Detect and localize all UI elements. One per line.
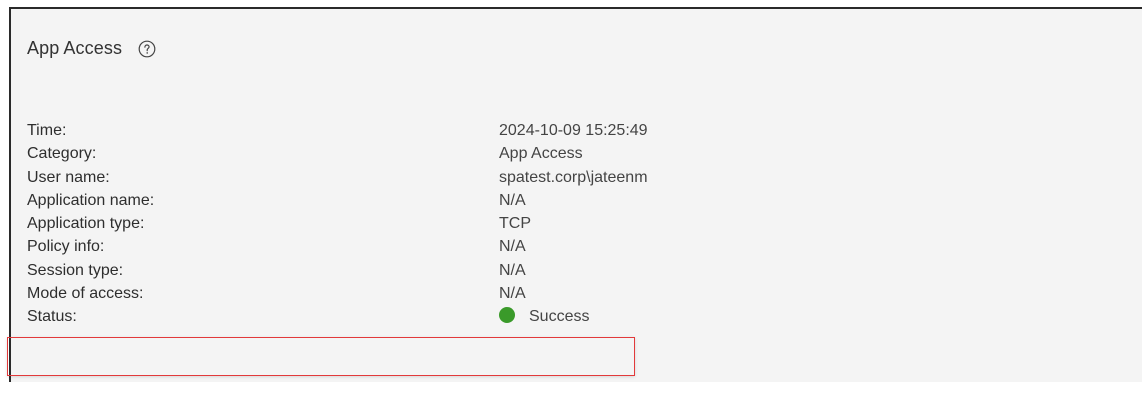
detail-row-status: Status: Success: [27, 305, 1027, 328]
detail-row-application-name: Application name: N/A: [27, 189, 1027, 212]
detail-value: App Access: [499, 145, 583, 163]
detail-row-time: Time: 2024-10-09 15:25:49: [27, 119, 1027, 142]
detail-value: N/A: [499, 285, 526, 303]
detail-value: TCP: [499, 215, 531, 233]
panel-title: App Access: [27, 38, 123, 58]
detail-label: Session type:: [27, 261, 124, 279]
detail-label: Category:: [27, 145, 97, 163]
detail-row-category: Category: App Access: [27, 142, 1027, 165]
detail-label: Policy info:: [27, 238, 105, 256]
detail-value: 2024-10-09 15:25:49: [499, 122, 648, 139]
detail-value: N/A: [499, 191, 526, 209]
status-value: Success: [499, 305, 589, 328]
detail-row-policy-info: Policy info: N/A: [27, 235, 1027, 258]
detail-row-user-name: User name: spatest.corp\jateenm: [27, 166, 1027, 189]
detail-row-mode-of-access: Mode of access: N/A: [27, 282, 1027, 305]
detail-label: Status:: [27, 308, 77, 326]
status-text: Success: [529, 308, 590, 326]
detail-row-session-type: Session type: N/A: [27, 259, 1027, 282]
detail-row-application-type: Application type: TCP: [27, 212, 1027, 235]
detail-label: Application type:: [27, 215, 145, 233]
detail-value: N/A: [499, 238, 526, 256]
detail-value: N/A: [499, 261, 526, 279]
detail-label: Mode of access:: [27, 285, 144, 303]
detail-label: Time:: [27, 122, 67, 139]
detail-label: User name:: [27, 168, 110, 186]
details-list: Time: 2024-10-09 15:25:49 Category: App …: [27, 119, 1027, 329]
panel-header: App Access: [27, 38, 156, 59]
detail-value: spatest.corp\jateenm: [499, 168, 648, 186]
question-circle-icon[interactable]: [138, 40, 156, 58]
success-status-icon: [499, 307, 515, 324]
detail-label: Application name:: [27, 191, 155, 209]
